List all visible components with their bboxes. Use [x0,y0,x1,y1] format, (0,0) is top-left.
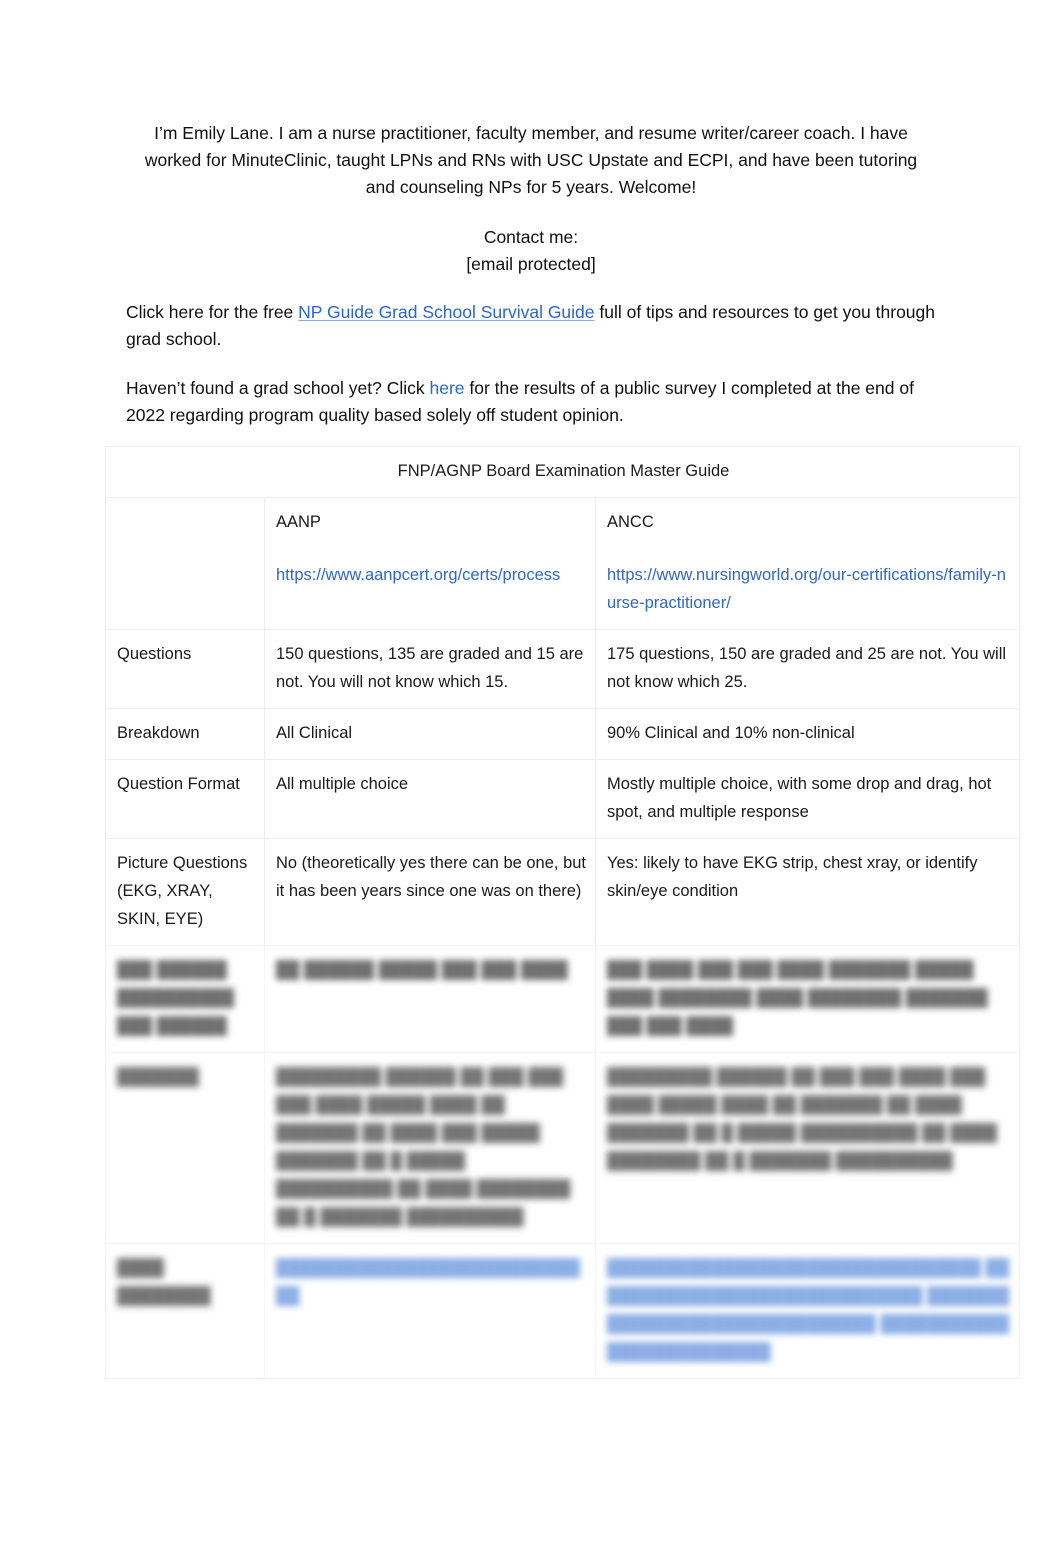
row-aanp-value: 150 questions, 135 are graded and 15 are… [264,629,596,709]
row-label: Picture Questions (EKG, XRAY, SKIN, EYE) [105,838,265,946]
redacted-ancc-link[interactable]: ████████████████████████████████ ███████… [607,1259,1009,1361]
row-ancc-value: 90% Clinical and 10% non-clinical [594,708,1021,760]
table-title-row: FNP/AGNP Board Examination Master Guide [104,446,1021,498]
row-aanp-value: █████████ ██████ ██ ███ ███ ███ ████ ███… [264,1052,596,1244]
table-row: Question Format All multiple choice Most… [105,759,1021,839]
aanp-label: AANP [276,513,321,531]
row-aanp-value: All multiple choice [264,759,596,839]
survival-guide-paragraph: Click here for the free NP Guide Grad Sc… [126,299,938,353]
paragraph-1-before-link: Click here for the free [126,302,299,322]
row-aanp-value: All Clinical [264,708,596,760]
table-row-redacted: ███ ██████ ██████████ ███ ██████ ██ ████… [105,945,1021,1053]
aanp-url-link[interactable]: https://www.aanpcert.org/certs/process [276,566,560,584]
row-ancc-value: Mostly multiple choice, with some drop a… [594,759,1021,839]
survey-results-here-link[interactable]: here [430,378,465,398]
row-aanp-value: ██ ██████ █████ ███ ███ ████ [264,945,596,1053]
ancc-label: ANCC [607,513,654,531]
table-header-row: AANP https://www.aanpcert.org/certs/proc… [105,497,1021,630]
contact-email: [email protected] [466,254,596,274]
table-title: FNP/AGNP Board Examination Master Guide [104,446,1021,498]
row-label: ███████ [105,1052,265,1244]
row-ancc-value: Yes: likely to have EKG strip, chest xra… [594,838,1021,946]
row-ancc-value: █████████ ██████ ██ ███ ███ ████ ███ ███… [594,1052,1021,1244]
ancc-url-link[interactable]: https://www.nursingworld.org/our-certifi… [607,566,1006,612]
table-row: Picture Questions (EKG, XRAY, SKIN, EYE)… [105,838,1021,946]
row-label: Breakdown [105,708,265,760]
ancc-header-cell: ANCC https://www.nursingworld.org/our-ce… [594,497,1021,630]
board-exam-comparison-table-wrapper: FNP/AGNP Board Examination Master Guide … [104,446,1021,1379]
row-label: ███ ██████ ██████████ ███ ██████ [105,945,265,1053]
row-aanp-value: ████████████████████████████ [264,1243,596,1379]
header-blank-cell [105,497,265,630]
row-label: ████ ████████ [105,1243,265,1379]
row-label: Questions [105,629,265,709]
contact-label: Contact me: [483,227,579,247]
row-label: Question Format [105,759,265,839]
row-ancc-value: ███ ████ ███ ███ ████ ███████ █████ ████… [594,945,1021,1053]
table-row-redacted: ████ ████████ ██████████████████████████… [105,1243,1021,1379]
table-row-redacted: ███████ █████████ ██████ ██ ███ ███ ███ … [105,1052,1021,1244]
row-aanp-value: No (theoretically yes there can be one, … [264,838,596,946]
contact-block: Contact me: [email protected] [140,224,922,278]
grad-school-survey-paragraph: Haven’t found a grad school yet? Click h… [126,375,938,429]
table-row: Breakdown All Clinical 90% Clinical and … [105,708,1021,760]
document-page: I’m Emily Lane. I am a nurse practitione… [0,0,1062,1556]
redacted-aanp-link[interactable]: ████████████████████████████ [276,1259,580,1305]
board-exam-comparison-table: FNP/AGNP Board Examination Master Guide … [104,446,1021,1379]
row-ancc-value: 175 questions, 150 are graded and 25 are… [594,629,1021,709]
table-row: Questions 150 questions, 135 are graded … [105,629,1021,709]
intro-paragraph: I’m Emily Lane. I am a nurse practitione… [144,123,918,197]
np-guide-survival-guide-link[interactable]: NP Guide Grad School Survival Guide [298,302,594,322]
aanp-header-cell: AANP https://www.aanpcert.org/certs/proc… [264,497,596,630]
paragraph-2-before-link: Haven’t found a grad school yet? Click [126,378,430,398]
row-ancc-value: ████████████████████████████████ ███████… [594,1243,1021,1379]
